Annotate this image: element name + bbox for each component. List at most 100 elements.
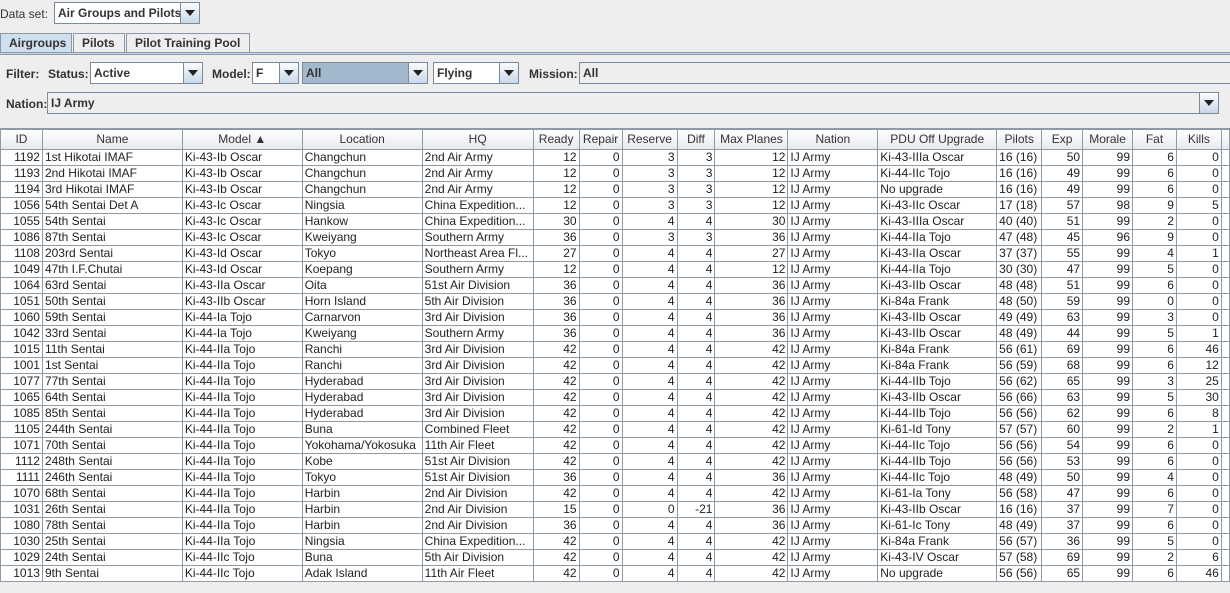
table-cell: Ki-44-IIa Tojo (877, 228, 998, 246)
table-cell (1220, 516, 1230, 534)
column-header[interactable]: Fat (1132, 128, 1177, 150)
tab-airgroups[interactable]: Airgroups (0, 33, 72, 52)
table-cell: 246th Sentai (41, 468, 183, 486)
chevron-down-icon[interactable] (180, 3, 199, 23)
table-row[interactable]: 1077 77th Sentai Ki-44-IIa Tojo Hyderabad 3r… (0, 372, 1230, 390)
table-row[interactable]: 1085 85th Sentai Ki-44-IIa Tojo Hyderabad 3r… (0, 404, 1230, 422)
table-cell: China Expedition... (421, 532, 534, 550)
table-cell: 4 (676, 372, 716, 390)
tab-pilot-training-pool[interactable]: Pilot Training Pool (126, 33, 250, 52)
table-cell: 30 (1175, 388, 1222, 406)
status-select[interactable]: Active (90, 62, 203, 84)
table-row[interactable]: 1108 203rd Sentai Ki-43-Id Oscar Tokyo North… (0, 244, 1230, 262)
table-cell: 0 (1132, 292, 1177, 310)
column-header[interactable]: Exp (1041, 128, 1084, 150)
nation-select[interactable]: IJ Army (47, 92, 1219, 114)
column-header[interactable]: Name (41, 128, 183, 150)
table-row[interactable]: 1001 1st Sentai Ki-44-IIa Tojo Ranchi 3rd Ai… (0, 356, 1230, 374)
column-header[interactable]: Reserve (621, 128, 678, 150)
flying-select[interactable]: Flying (433, 62, 519, 84)
table-cell: 48 (48) (996, 276, 1043, 294)
table-cell: 3 (621, 180, 678, 198)
table-cell: IJ Army (787, 548, 879, 566)
dataset-select[interactable]: Air Groups and Pilots (54, 2, 200, 24)
table-cell: 5 (1132, 324, 1177, 342)
column-header[interactable]: Repair (578, 128, 623, 150)
column-header[interactable]: Model ▲ (181, 128, 303, 150)
table-row[interactable]: 1194 3rd Hikotai IMAF Ki-43-Ib Oscar Changc… (0, 180, 1230, 198)
column-header[interactable]: Nation (787, 128, 879, 150)
column-header[interactable]: Kills (1175, 128, 1222, 150)
table-row[interactable]: 1070 68th Sentai Ki-44-IIa Tojo Harbin 2nd A… (0, 484, 1230, 502)
table-row[interactable]: 1030 25th Sentai Ki-44-IIa Tojo Ningsia Chin… (0, 532, 1230, 550)
table-cell: 4 (621, 372, 678, 390)
table-cell: 99 (1082, 548, 1134, 566)
table-cell: 11th Air Fleet (421, 564, 534, 582)
chevron-down-icon[interactable] (279, 63, 298, 83)
table-cell (1220, 500, 1230, 518)
table-row[interactable]: 1013 9th Sentai Ki-44-IIc Tojo Adak Island 1… (0, 564, 1230, 582)
column-header[interactable]: HQ (421, 128, 534, 150)
table-cell (1220, 324, 1230, 342)
column-header[interactable]: Morale (1082, 128, 1134, 150)
column-header[interactable]: PDU Off Upgrade (877, 128, 998, 150)
table-cell: 0 (578, 260, 623, 278)
mission-field[interactable]: All (579, 62, 1230, 84)
table-cell (1220, 564, 1230, 582)
column-header[interactable]: Location (301, 128, 423, 150)
table-cell: 4 (676, 548, 716, 566)
table-row[interactable]: 1031 26th Sentai Ki-44-IIa Tojo Harbin 2nd A… (0, 500, 1230, 518)
table-cell: 30 (30) (996, 260, 1043, 278)
table-cell: 44 (1041, 324, 1084, 342)
table-row[interactable]: 1112 248th Sentai Ki-44-IIa Tojo Kobe 51st A… (0, 452, 1230, 470)
nation-value: IJ Army (51, 96, 95, 110)
table-row[interactable]: 1086 87th Sentai Ki-43-Ic Oscar Kweiyang Sou… (0, 228, 1230, 246)
table-cell: 1108 (0, 244, 43, 262)
table-row[interactable]: 1193 2nd Hikotai IMAF Ki-43-Ib Oscar Changc… (0, 164, 1230, 182)
table-cell: 6 (1132, 180, 1177, 198)
column-header[interactable]: Pilots (996, 128, 1043, 150)
table-cell: Ki-44-IIc Tojo (877, 436, 998, 454)
column-header[interactable]: ID (0, 128, 43, 150)
table-row[interactable]: 1105 244th Sentai Ki-44-IIa Tojo Buna Combin… (0, 420, 1230, 438)
table-row[interactable]: 1080 78th Sentai Ki-44-IIa Tojo Harbin 2nd A… (0, 516, 1230, 534)
table-cell: Kweiyang (301, 228, 423, 246)
table-cell: 99 (1082, 484, 1134, 502)
table-cell: 5 (1132, 388, 1177, 406)
table-row[interactable]: 1056 54th Sentai Det A Ki-43-Ic Oscar Nings… (0, 196, 1230, 214)
table-row[interactable]: 1065 64th Sentai Ki-44-IIa Tojo Hyderabad 3r… (0, 388, 1230, 406)
table-cell: 42 (532, 548, 580, 566)
model-type-select[interactable]: All (302, 62, 428, 84)
table-cell (1220, 340, 1230, 358)
table-row[interactable]: 1042 33rd Sentai Ki-44-Ia Tojo Kweiyang Sout… (0, 324, 1230, 342)
tab-pilots[interactable]: Pilots (73, 33, 125, 52)
column-header[interactable]: Max Planes (714, 128, 789, 150)
table-cell: 49 (1041, 164, 1084, 182)
table-cell: 42 (714, 340, 789, 358)
table-row[interactable]: 1071 70th Sentai Ki-44-IIa Tojo Yokohama/Yo… (0, 436, 1230, 454)
column-header[interactable]: Diff (676, 128, 716, 150)
table-row[interactable]: 1049 47th I.F.Chutai Ki-43-Id Oscar Koepang… (0, 260, 1230, 278)
table-cell (1220, 548, 1230, 566)
table-row[interactable]: 1064 63rd Sentai Ki-43-IIa Oscar Oita 51st A… (0, 276, 1230, 294)
table-row[interactable]: 1055 54th Sentai Ki-43-Ic Oscar Hankow China… (0, 212, 1230, 230)
table-cell: 4 (621, 324, 678, 342)
table-cell: IJ Army (787, 244, 879, 262)
chevron-down-icon[interactable] (408, 63, 427, 83)
model-select[interactable]: F (252, 62, 299, 84)
table-cell: 5 (1132, 260, 1177, 278)
table-row[interactable]: 1111 246th Sentai Ki-44-IIa Tojo Tokyo 51st … (0, 468, 1230, 486)
table-row[interactable]: 1029 24th Sentai Ki-44-IIc Tojo Buna 5th Air… (0, 548, 1230, 566)
table-row[interactable]: 1060 59th Sentai Ki-44-Ia Tojo Carnarvon 3rd… (0, 308, 1230, 326)
table-cell: 36 (532, 324, 580, 342)
table-row[interactable]: 1015 11th Sentai Ki-44-IIa Tojo Ranchi 3rd A… (0, 340, 1230, 358)
table-cell: 0 (578, 180, 623, 198)
table-cell: 51 (1041, 212, 1084, 230)
table-row[interactable]: 1192 1st Hikotai IMAF Ki-43-Ib Oscar Changc… (0, 148, 1230, 166)
column-header[interactable] (1220, 128, 1230, 150)
table-row[interactable]: 1051 50th Sentai Ki-43-IIb Oscar Horn Islan… (0, 292, 1230, 310)
column-header[interactable]: Ready (532, 128, 580, 150)
chevron-down-icon[interactable] (183, 63, 202, 83)
chevron-down-icon[interactable] (1199, 93, 1218, 113)
chevron-down-icon[interactable] (499, 63, 518, 83)
